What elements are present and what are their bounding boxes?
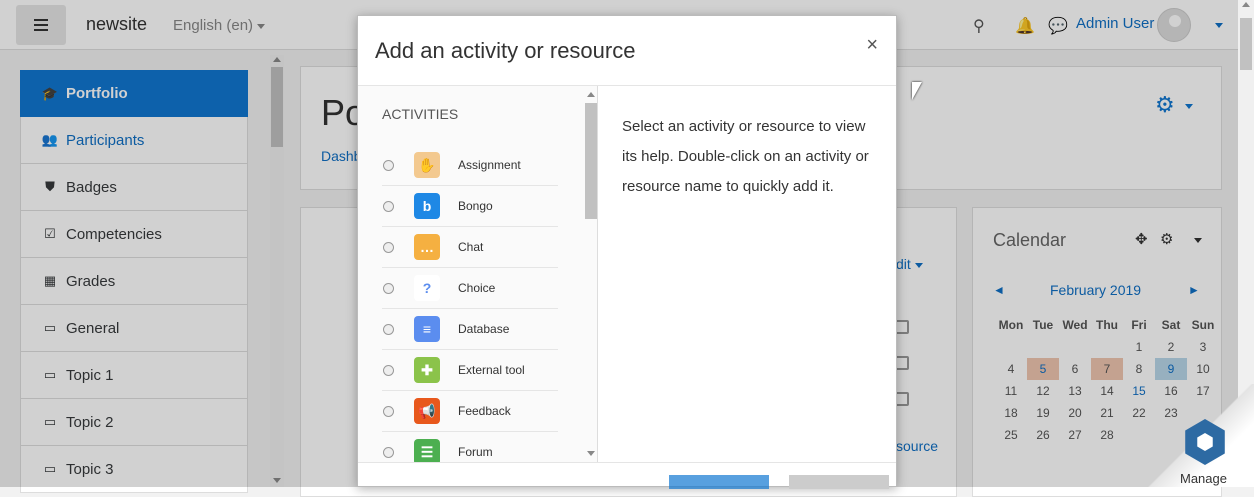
activity-option-assignment[interactable]: ✋ Assignment [382, 145, 558, 186]
activity-radio[interactable] [383, 323, 394, 335]
close-icon[interactable]: × [866, 34, 878, 57]
manage-widget[interactable]: Manage [1144, 384, 1254, 487]
manage-label: Manage [1180, 471, 1227, 486]
activity-radio[interactable] [383, 282, 394, 294]
forum-icon: ☰ [414, 439, 440, 462]
megaphone-icon: 📢 [414, 398, 440, 424]
activity-radio[interactable] [383, 405, 394, 417]
activity-label: Forum [458, 445, 493, 459]
activity-label: Database [458, 322, 510, 336]
database-icon: ≡ [414, 316, 440, 342]
activity-label: Chat [458, 240, 484, 254]
choice-icon: ? [414, 275, 440, 301]
activity-label: External tool [458, 363, 525, 377]
activity-option-choice[interactable]: ? Choice [382, 268, 558, 309]
activity-radio[interactable] [383, 241, 394, 253]
activity-radio[interactable] [383, 364, 394, 376]
activity-option-forum[interactable]: ☰ Forum [382, 432, 558, 462]
chat-icon: … [414, 234, 440, 260]
activity-option-database[interactable]: ≡ Database [382, 309, 558, 350]
activity-option-chat[interactable]: … Chat [382, 227, 558, 268]
activity-option-bongo[interactable]: b Bongo [382, 186, 558, 227]
activity-option-external-tool[interactable]: ✚ External tool [382, 350, 558, 391]
activity-label: Choice [458, 281, 496, 295]
activity-label: Feedback [458, 404, 511, 418]
activity-option-feedback[interactable]: 📢 Feedback [382, 391, 558, 432]
activity-list-scrollbar[interactable] [584, 88, 598, 460]
bongo-icon: b [414, 193, 440, 219]
activity-radio[interactable] [383, 200, 394, 212]
dialog-title: Add an activity or resource [375, 38, 636, 63]
assignment-icon: ✋ [414, 152, 440, 178]
mouse-cursor-icon [912, 82, 922, 100]
dialog-header: Add an activity or resource × [358, 16, 896, 86]
activity-label: Bongo [458, 199, 493, 213]
dialog-footer [358, 462, 896, 489]
activity-list: ACTIVITIES ✋ Assignment b Bongo … Chat? Choice… [358, 86, 598, 462]
puzzle-icon: ✚ [414, 357, 440, 383]
help-text: Select an activity or resource to view i… [622, 118, 869, 195]
activity-chooser-dialog: Add an activity or resource × ACTIVITIES… [357, 15, 897, 489]
activity-label: Assignment [458, 158, 521, 172]
activity-radio[interactable] [383, 446, 394, 458]
activity-radio[interactable] [383, 159, 394, 171]
section-header: ACTIVITIES [382, 106, 459, 122]
